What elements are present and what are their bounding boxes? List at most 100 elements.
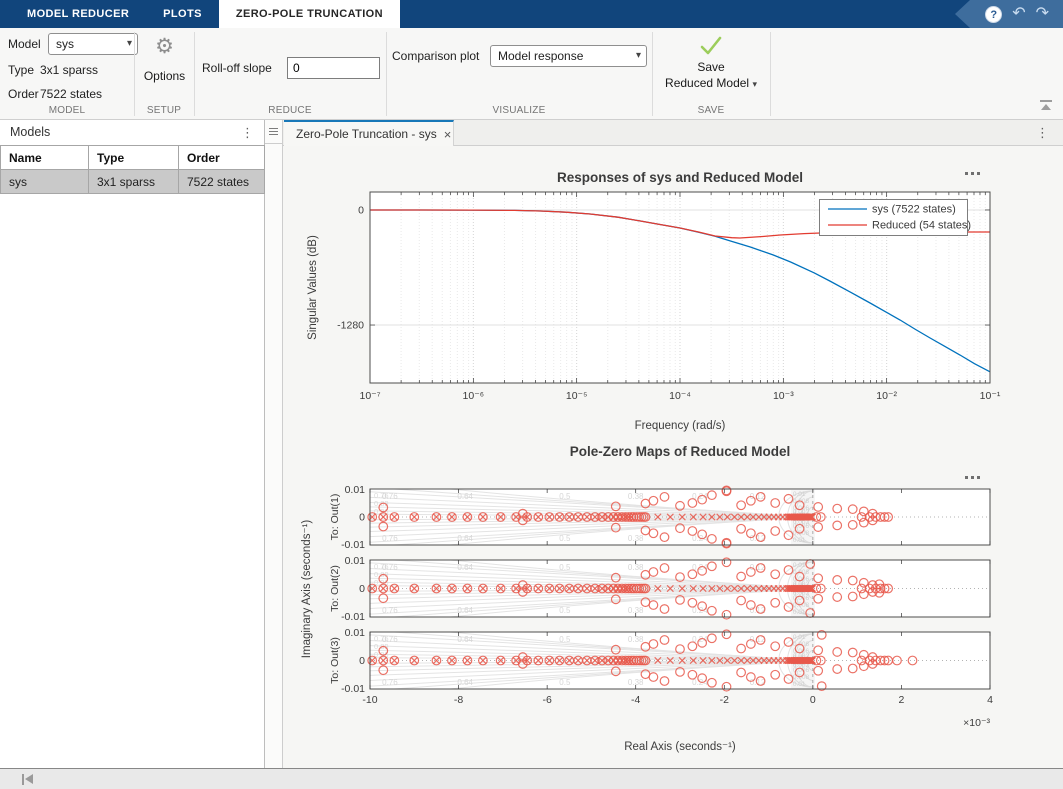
chevron-down-icon: ▾ — [636, 46, 641, 66]
svg-text:0.01: 0.01 — [793, 491, 806, 498]
y-tick-label: -1280 — [337, 320, 364, 332]
pz-x-tick-label: -8 — [454, 694, 463, 706]
response-legend[interactable]: sys (7522 states) Reduced (54 states) — [820, 200, 972, 236]
tab-zero-pole-truncation[interactable]: ZERO-POLE TRUNCATION — [219, 0, 400, 28]
close-icon[interactable]: × — [444, 127, 452, 142]
gear-icon: ⚙ — [136, 31, 193, 61]
x-tick-label: 10⁻¹ — [980, 390, 1001, 402]
pz-row-label: To: Out(3) — [329, 637, 341, 684]
svg-text:0.01: 0.01 — [793, 609, 806, 616]
x-tick-label: 10⁻⁶ — [463, 390, 485, 402]
section-label-reduce: REDUCE — [194, 105, 386, 116]
models-col-name[interactable]: Name — [1, 146, 89, 170]
pz-y-tick: 0 — [359, 583, 365, 595]
section-label-setup: SETUP — [134, 105, 194, 116]
rolloff-input[interactable] — [287, 57, 380, 79]
pz-x-tick-label: -4 — [631, 694, 640, 706]
svg-text:0.76: 0.76 — [382, 534, 398, 543]
x-tick-label: 10⁻² — [876, 390, 897, 402]
svg-text:0.5: 0.5 — [559, 563, 571, 572]
models-panel: Models ⋮ Name Type Order sys 3x1 sparss … — [0, 120, 265, 768]
pz-xlabel: Real Axis (seconds⁻¹) — [624, 741, 736, 753]
help-icon[interactable]: ? — [985, 6, 1002, 23]
svg-text:0.76: 0.76 — [382, 678, 398, 687]
models-table: Name Type Order sys 3x1 sparss 7522 stat… — [0, 145, 265, 194]
section-label-model: MODEL — [0, 105, 134, 116]
pz-y-tick: -0.01 — [341, 611, 365, 623]
model-row-name[interactable]: sys — [1, 170, 89, 194]
collapse-ribbon-button[interactable] — [1039, 100, 1053, 111]
table-row[interactable]: sys 3x1 sparss 7522 states — [1, 170, 265, 194]
pz-y-tick: 0.01 — [345, 484, 366, 496]
model-dropdown-value: sys — [56, 37, 74, 51]
order-value: 7522 states — [40, 83, 102, 105]
pz-x-tick-label: -2 — [720, 694, 729, 706]
redo-icon[interactable]: ↷ — [1036, 6, 1049, 22]
quick-access-zone: ? ↶ ↷ — [955, 0, 1063, 28]
save-button-label-2: Reduced Model ▾ — [655, 75, 767, 92]
svg-text:0.01: 0.01 — [793, 634, 806, 641]
svg-text:0.12: 0.12 — [750, 678, 766, 687]
status-bar — [0, 768, 1063, 789]
options-button[interactable]: ⚙ Options — [136, 31, 193, 101]
rolloff-label: Roll-off slope — [202, 61, 272, 75]
undo-icon[interactable]: ↶ — [1012, 6, 1025, 22]
type-label: Type — [8, 59, 34, 81]
model-row-order[interactable]: 7522 states — [179, 170, 265, 194]
order-label: Order — [8, 83, 39, 105]
document-tabbar-menu-icon[interactable]: ⋮ — [1036, 121, 1049, 145]
collapse-left-panel-icon[interactable] — [22, 774, 34, 785]
svg-text:0.76: 0.76 — [382, 606, 398, 615]
green-check-icon — [698, 36, 724, 56]
pz-y-tick: 0 — [359, 512, 365, 524]
svg-text:0.38: 0.38 — [628, 492, 644, 501]
svg-text:0.008: 0.008 — [793, 602, 810, 609]
pz-subplot-out1[interactable]: 0.760.760.640.640.50.50.380.380.240.240.… — [329, 484, 990, 551]
document-tabbar: Zero-Pole Truncation - sys × ⋮ — [283, 120, 1063, 146]
models-col-type[interactable]: Type — [89, 146, 179, 170]
svg-text:0.5: 0.5 — [559, 678, 571, 687]
pz-y-tick: 0 — [359, 655, 365, 667]
chevron-down-icon: ▾ — [127, 34, 132, 54]
pz-subplot-out3[interactable]: 0.760.760.640.640.50.50.380.380.240.240.… — [329, 627, 990, 695]
pz-x-tick-label: -10 — [362, 694, 377, 706]
response-plot-menu-icon[interactable] — [965, 172, 980, 175]
pole-zero-title: Pole-Zero Maps of Reduced Model — [570, 444, 791, 459]
pz-x-tick-label: -6 — [542, 694, 551, 706]
options-button-label: Options — [136, 69, 193, 83]
panel-splitter[interactable] — [265, 120, 283, 768]
pole-zero-plot: Pole-Zero Maps of Reduced Model 0.76 0.76 0… — [301, 444, 993, 753]
response-xlabel: Frequency (rad/s) — [635, 420, 726, 432]
svg-text:0.12: 0.12 — [750, 534, 766, 543]
document-tab-zero-pole-truncation[interactable]: Zero-Pole Truncation - sys × — [284, 120, 454, 146]
svg-text:0.12: 0.12 — [750, 606, 766, 615]
model-reducer-app: MODEL REDUCER PLOTS ZERO-POLE TRUNCATION… — [0, 0, 1063, 789]
save-button-label-1: Save — [655, 59, 767, 75]
svg-text:0.38: 0.38 — [628, 635, 644, 644]
section-label-visualize: VISUALIZE — [386, 105, 652, 116]
model-dropdown[interactable]: sys ▾ — [48, 33, 138, 55]
pole-zero-plot-menu-icon[interactable] — [965, 476, 980, 479]
model-row-type[interactable]: 3x1 sparss — [89, 170, 179, 194]
plots-canvas[interactable]: 0-128010⁻⁷10⁻⁶10⁻⁵10⁻⁴10⁻³10⁻²10⁻¹Freque… — [283, 146, 1063, 768]
save-reduced-model-button[interactable]: Save Reduced Model ▾ — [655, 36, 767, 92]
tab-model-reducer[interactable]: MODEL REDUCER — [10, 0, 146, 28]
chevron-down-icon: ▾ — [752, 79, 757, 89]
svg-text:0.64: 0.64 — [457, 678, 473, 687]
models-col-order[interactable]: Order — [179, 146, 265, 170]
models-panel-menu-icon[interactable]: ⋮ — [241, 120, 254, 145]
comparison-plot-label: Comparison plot — [392, 49, 479, 63]
legend-entry-label: Reduced (54 states) — [872, 220, 971, 232]
svg-text:0.38: 0.38 — [628, 563, 644, 572]
response-plot-title: Responses of sys and Reduced Model — [557, 170, 803, 185]
pz-y-tick: 0.01 — [345, 555, 366, 567]
x-tick-label: 10⁻³ — [773, 390, 794, 402]
tab-plots[interactable]: PLOTS — [146, 0, 219, 28]
splitter-grip-icon[interactable] — [265, 120, 282, 144]
pz-subplot-out2[interactable]: 0.760.760.640.640.50.50.380.380.240.240.… — [329, 555, 990, 623]
pz-ylabel: Imaginary Axis (seconds⁻¹) — [301, 520, 313, 659]
svg-text:0.5: 0.5 — [559, 492, 571, 501]
pz-y-tick: 0.01 — [345, 627, 366, 639]
comparison-plot-dropdown[interactable]: Model response ▾ — [490, 45, 647, 67]
legend-entry-label: sys (7522 states) — [872, 204, 956, 216]
